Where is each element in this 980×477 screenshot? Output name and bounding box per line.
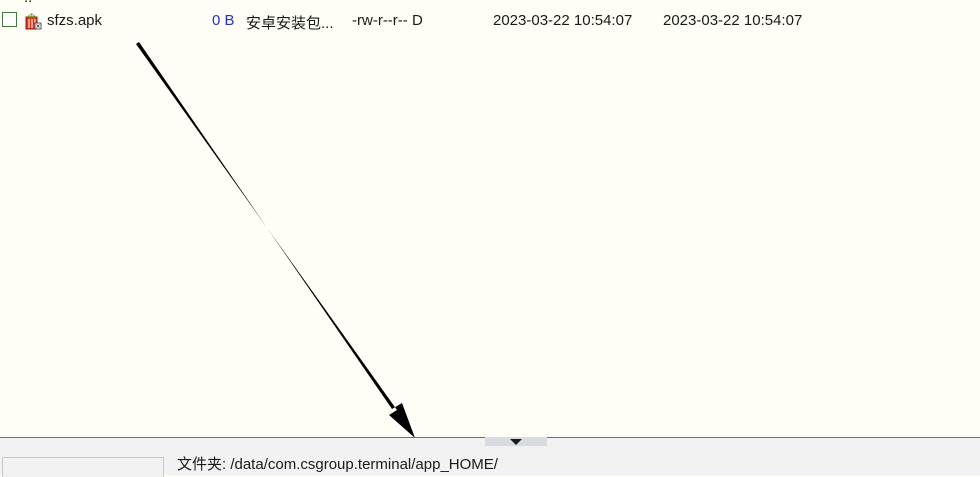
file-list[interactable]: .. sfzs.apk 0 B 安卓安装包... -rw-r--r-- D 20…: [0, 0, 980, 437]
status-bar-left-pane: [2, 457, 164, 477]
file-name[interactable]: sfzs.apk: [47, 12, 102, 29]
file-row[interactable]: sfzs.apk 0 B 安卓安装包... -rw-r--r-- D 2023-…: [0, 10, 980, 32]
file-type: 安卓安装包...: [246, 15, 334, 32]
file-size: 0 B: [212, 12, 235, 29]
current-folder-path: 文件夹: /data/com.csgroup.terminal/app_HOME…: [177, 456, 498, 473]
file-permissions: -rw-r--r-- D: [352, 12, 423, 29]
chevron-down-icon[interactable]: [510, 439, 522, 445]
panel-splitter[interactable]: [485, 437, 547, 446]
status-bar: 文件夹: /data/com.csgroup.terminal/app_HOME…: [0, 437, 980, 477]
file-modified-time: 2023-03-22 10:54:07: [493, 12, 633, 29]
parent-directory-label: ..: [24, 0, 32, 6]
row-checkbox[interactable]: [2, 12, 17, 27]
apk-file-icon: [24, 11, 42, 30]
file-created-time: 2023-03-22 10:54:07: [663, 12, 803, 29]
